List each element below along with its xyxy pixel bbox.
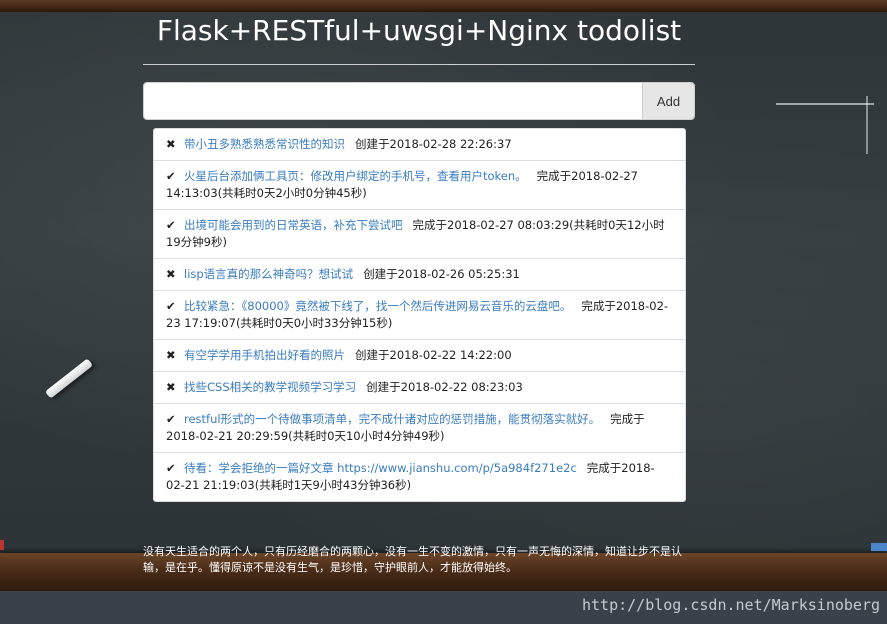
todo-item: ✔ 火星后台添加俩工具页：修改用户绑定的手机号，查看用户token。 完成于2018… — [154, 161, 685, 210]
times-icon[interactable]: ✖ — [166, 266, 184, 283]
todo-link[interactable]: 有空学学用手机拍出好看的照片 — [184, 348, 345, 362]
todo-item: ✔ 出境可能会用到的日常英语，补充下尝试吧 完成于2018-02-27 08:03:… — [154, 210, 685, 259]
add-button[interactable]: Add — [642, 83, 694, 119]
title-divider — [143, 64, 695, 65]
check-icon[interactable]: ✔ — [166, 168, 184, 185]
todo-item: ✔ 待看：学会拒绝的一篇好文章 https://www.jianshu.com/p… — [154, 453, 685, 501]
todo-item: ✔ restful形式的一个待做事项清单，完不成什诸对应的惩罚措施，能贯彻落实就好… — [154, 404, 685, 453]
todo-link[interactable]: restful形式的一个待做事项清单，完不成什诸对应的惩罚措施，能贯彻落实就好。 — [184, 412, 600, 426]
todo-list: ✖ 带小丑多熟悉熟悉常识性的知识 创建于2018-02-28 22:26:37 ✔ 火星… — [153, 128, 686, 502]
todo-link[interactable]: 待看：学会拒绝的一篇好文章 https://www.jianshu.com/p/… — [184, 461, 577, 475]
chalk-line-vertical — [866, 96, 868, 154]
check-icon[interactable]: ✔ — [166, 460, 184, 477]
todo-link[interactable]: 火星后台添加俩工具页：修改用户绑定的手机号，查看用户token。 — [184, 169, 527, 183]
created-timestamp: 创建于2018-02-28 22:26:37 — [355, 137, 512, 151]
eraser-right — [871, 543, 887, 551]
todo-item: ✖ 带小丑多熟悉熟悉常识性的知识 创建于2018-02-28 22:26:37 — [154, 129, 685, 161]
todo-link[interactable]: 找些CSS相关的教学视频学习学习 — [184, 380, 356, 394]
times-icon[interactable]: ✖ — [166, 136, 184, 153]
todo-link[interactable]: 出境可能会用到的日常英语，补充下尝试吧 — [184, 218, 403, 232]
created-timestamp: 创建于2018-02-26 05:25:31 — [363, 267, 520, 281]
todo-link[interactable]: lisp语言真的那么神奇吗？想试试 — [184, 267, 353, 281]
check-icon[interactable]: ✔ — [166, 217, 184, 234]
check-icon[interactable]: ✔ — [166, 411, 184, 428]
watermark: http://blog.csdn.net/Marksinoberg — [581, 596, 880, 614]
page-title: Flask+RESTful+uwsgi+Nginx todolist — [156, 14, 682, 47]
todo-item: ✖ lisp语言真的那么神奇吗？想试试 创建于2018-02-26 05:25:31 — [154, 259, 685, 291]
todo-item: ✔ 比较紧急：《80000》竟然被下线了，找一个然后传进网易云音乐的云盘吧。 完成于… — [154, 291, 685, 340]
created-timestamp: 创建于2018-02-22 08:23:03 — [366, 380, 523, 394]
chalk-line-horizontal — [776, 103, 874, 105]
todo-item: ✖ 有空学学用手机拍出好看的照片 创建于2018-02-22 14:22:00 — [154, 340, 685, 372]
times-icon[interactable]: ✖ — [166, 379, 184, 396]
board-frame-top — [0, 0, 887, 12]
todo-input[interactable] — [144, 83, 642, 119]
eraser-left — [0, 540, 4, 550]
times-icon[interactable]: ✖ — [166, 347, 184, 364]
todo-item: ✖ 找些CSS相关的教学视频学习学习 创建于2018-02-22 08:23:03 — [154, 372, 685, 404]
footer-quote: 没有天生适合的两个人，只有历经磨合的两颗心，没有一生不变的激情，只有一声无悔的深… — [143, 545, 682, 574]
created-timestamp: 创建于2018-02-22 14:22:00 — [355, 348, 512, 362]
todo-link[interactable]: 带小丑多熟悉熟悉常识性的知识 — [184, 137, 345, 151]
todo-link[interactable]: 比较紧急：《80000》竟然被下线了，找一个然后传进网易云音乐的云盘吧。 — [184, 299, 571, 313]
check-icon[interactable]: ✔ — [166, 298, 184, 315]
add-todo-form: Add — [143, 82, 695, 120]
